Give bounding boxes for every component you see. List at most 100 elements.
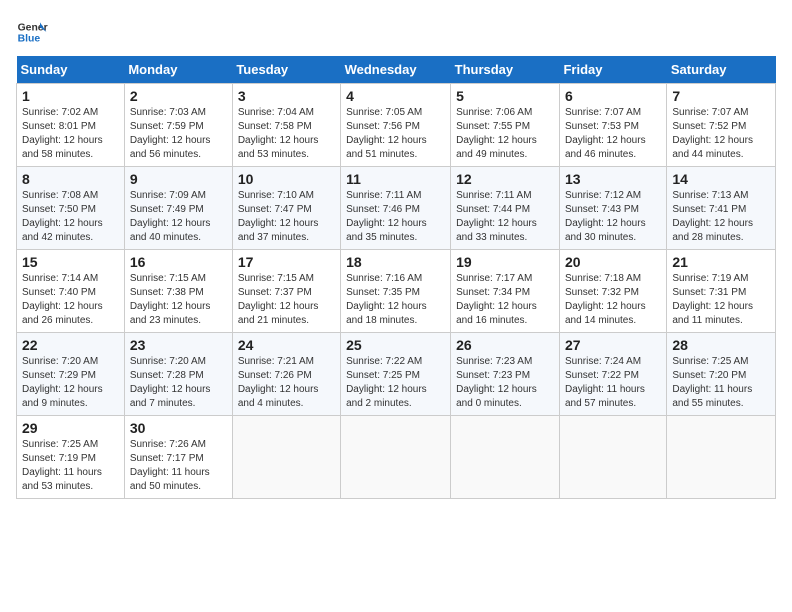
weekday-header-friday: Friday <box>559 56 666 84</box>
day-number: 28 <box>672 337 770 353</box>
day-number: 11 <box>346 171 445 187</box>
calendar-cell: 9 Sunrise: 7:09 AMSunset: 7:49 PMDayligh… <box>124 167 232 250</box>
day-info: Sunrise: 7:10 AMSunset: 7:47 PMDaylight:… <box>238 189 335 245</box>
day-number: 26 <box>456 337 554 353</box>
day-number: 21 <box>672 254 770 270</box>
day-number: 14 <box>672 171 770 187</box>
calendar-cell: 29 Sunrise: 7:25 AMSunset: 7:19 PMDaylig… <box>17 416 125 499</box>
day-number: 9 <box>130 171 227 187</box>
day-number: 16 <box>130 254 227 270</box>
day-number: 3 <box>238 88 335 104</box>
day-number: 1 <box>22 88 119 104</box>
calendar-cell: 17 Sunrise: 7:15 AMSunset: 7:37 PMDaylig… <box>232 250 340 333</box>
day-info: Sunrise: 7:20 AMSunset: 7:29 PMDaylight:… <box>22 355 119 411</box>
weekday-header-sunday: Sunday <box>17 56 125 84</box>
calendar-week-row: 15 Sunrise: 7:14 AMSunset: 7:40 PMDaylig… <box>17 250 776 333</box>
calendar-cell: 16 Sunrise: 7:15 AMSunset: 7:38 PMDaylig… <box>124 250 232 333</box>
day-number: 13 <box>565 171 661 187</box>
calendar-cell: 8 Sunrise: 7:08 AMSunset: 7:50 PMDayligh… <box>17 167 125 250</box>
day-info: Sunrise: 7:08 AMSunset: 7:50 PMDaylight:… <box>22 189 119 245</box>
day-number: 25 <box>346 337 445 353</box>
day-info: Sunrise: 7:15 AMSunset: 7:38 PMDaylight:… <box>130 272 227 328</box>
day-number: 17 <box>238 254 335 270</box>
day-info: Sunrise: 7:25 AMSunset: 7:20 PMDaylight:… <box>672 355 770 411</box>
day-info: Sunrise: 7:22 AMSunset: 7:25 PMDaylight:… <box>346 355 445 411</box>
day-info: Sunrise: 7:15 AMSunset: 7:37 PMDaylight:… <box>238 272 335 328</box>
day-info: Sunrise: 7:02 AMSunset: 8:01 PMDaylight:… <box>22 106 119 162</box>
calendar-cell: 26 Sunrise: 7:23 AMSunset: 7:23 PMDaylig… <box>451 333 560 416</box>
day-number: 24 <box>238 337 335 353</box>
day-number: 2 <box>130 88 227 104</box>
calendar-cell: 1 Sunrise: 7:02 AMSunset: 8:01 PMDayligh… <box>17 84 125 167</box>
calendar-cell <box>667 416 776 499</box>
calendar-cell: 30 Sunrise: 7:26 AMSunset: 7:17 PMDaylig… <box>124 416 232 499</box>
calendar-week-row: 29 Sunrise: 7:25 AMSunset: 7:19 PMDaylig… <box>17 416 776 499</box>
day-number: 6 <box>565 88 661 104</box>
day-info: Sunrise: 7:23 AMSunset: 7:23 PMDaylight:… <box>456 355 554 411</box>
calendar-cell: 15 Sunrise: 7:14 AMSunset: 7:40 PMDaylig… <box>17 250 125 333</box>
day-info: Sunrise: 7:19 AMSunset: 7:31 PMDaylight:… <box>672 272 770 328</box>
calendar-cell: 4 Sunrise: 7:05 AMSunset: 7:56 PMDayligh… <box>341 84 451 167</box>
day-info: Sunrise: 7:21 AMSunset: 7:26 PMDaylight:… <box>238 355 335 411</box>
day-number: 5 <box>456 88 554 104</box>
day-info: Sunrise: 7:09 AMSunset: 7:49 PMDaylight:… <box>130 189 227 245</box>
calendar-cell: 10 Sunrise: 7:10 AMSunset: 7:47 PMDaylig… <box>232 167 340 250</box>
weekday-header-row: SundayMondayTuesdayWednesdayThursdayFrid… <box>17 56 776 84</box>
day-number: 29 <box>22 420 119 436</box>
day-info: Sunrise: 7:20 AMSunset: 7:28 PMDaylight:… <box>130 355 227 411</box>
calendar-cell: 20 Sunrise: 7:18 AMSunset: 7:32 PMDaylig… <box>559 250 666 333</box>
day-info: Sunrise: 7:17 AMSunset: 7:34 PMDaylight:… <box>456 272 554 328</box>
weekday-header-thursday: Thursday <box>451 56 560 84</box>
calendar-cell: 21 Sunrise: 7:19 AMSunset: 7:31 PMDaylig… <box>667 250 776 333</box>
day-number: 15 <box>22 254 119 270</box>
day-info: Sunrise: 7:12 AMSunset: 7:43 PMDaylight:… <box>565 189 661 245</box>
calendar-week-row: 1 Sunrise: 7:02 AMSunset: 8:01 PMDayligh… <box>17 84 776 167</box>
calendar-cell: 7 Sunrise: 7:07 AMSunset: 7:52 PMDayligh… <box>667 84 776 167</box>
day-number: 22 <box>22 337 119 353</box>
day-number: 30 <box>130 420 227 436</box>
day-info: Sunrise: 7:06 AMSunset: 7:55 PMDaylight:… <box>456 106 554 162</box>
day-info: Sunrise: 7:04 AMSunset: 7:58 PMDaylight:… <box>238 106 335 162</box>
day-info: Sunrise: 7:16 AMSunset: 7:35 PMDaylight:… <box>346 272 445 328</box>
page-header: General Blue <box>16 16 776 48</box>
day-info: Sunrise: 7:14 AMSunset: 7:40 PMDaylight:… <box>22 272 119 328</box>
calendar-cell: 3 Sunrise: 7:04 AMSunset: 7:58 PMDayligh… <box>232 84 340 167</box>
calendar-cell <box>451 416 560 499</box>
day-info: Sunrise: 7:18 AMSunset: 7:32 PMDaylight:… <box>565 272 661 328</box>
calendar-cell: 25 Sunrise: 7:22 AMSunset: 7:25 PMDaylig… <box>341 333 451 416</box>
calendar-cell: 23 Sunrise: 7:20 AMSunset: 7:28 PMDaylig… <box>124 333 232 416</box>
day-info: Sunrise: 7:05 AMSunset: 7:56 PMDaylight:… <box>346 106 445 162</box>
day-info: Sunrise: 7:26 AMSunset: 7:17 PMDaylight:… <box>130 438 227 494</box>
calendar-cell <box>232 416 340 499</box>
calendar-cell: 5 Sunrise: 7:06 AMSunset: 7:55 PMDayligh… <box>451 84 560 167</box>
day-number: 19 <box>456 254 554 270</box>
logo-icon: General Blue <box>16 16 48 48</box>
day-info: Sunrise: 7:11 AMSunset: 7:44 PMDaylight:… <box>456 189 554 245</box>
calendar-cell: 6 Sunrise: 7:07 AMSunset: 7:53 PMDayligh… <box>559 84 666 167</box>
calendar-cell: 28 Sunrise: 7:25 AMSunset: 7:20 PMDaylig… <box>667 333 776 416</box>
day-number: 12 <box>456 171 554 187</box>
calendar-cell: 13 Sunrise: 7:12 AMSunset: 7:43 PMDaylig… <box>559 167 666 250</box>
calendar-cell: 27 Sunrise: 7:24 AMSunset: 7:22 PMDaylig… <box>559 333 666 416</box>
day-info: Sunrise: 7:25 AMSunset: 7:19 PMDaylight:… <box>22 438 119 494</box>
logo: General Blue <box>16 16 48 48</box>
calendar-cell: 18 Sunrise: 7:16 AMSunset: 7:35 PMDaylig… <box>341 250 451 333</box>
day-number: 8 <box>22 171 119 187</box>
day-number: 18 <box>346 254 445 270</box>
calendar-cell: 24 Sunrise: 7:21 AMSunset: 7:26 PMDaylig… <box>232 333 340 416</box>
calendar-week-row: 8 Sunrise: 7:08 AMSunset: 7:50 PMDayligh… <box>17 167 776 250</box>
calendar-cell: 14 Sunrise: 7:13 AMSunset: 7:41 PMDaylig… <box>667 167 776 250</box>
weekday-header-saturday: Saturday <box>667 56 776 84</box>
day-info: Sunrise: 7:11 AMSunset: 7:46 PMDaylight:… <box>346 189 445 245</box>
svg-text:Blue: Blue <box>18 34 41 45</box>
day-number: 10 <box>238 171 335 187</box>
day-info: Sunrise: 7:07 AMSunset: 7:53 PMDaylight:… <box>565 106 661 162</box>
calendar-week-row: 22 Sunrise: 7:20 AMSunset: 7:29 PMDaylig… <box>17 333 776 416</box>
day-number: 20 <box>565 254 661 270</box>
calendar-cell: 2 Sunrise: 7:03 AMSunset: 7:59 PMDayligh… <box>124 84 232 167</box>
day-info: Sunrise: 7:13 AMSunset: 7:41 PMDaylight:… <box>672 189 770 245</box>
calendar-cell: 19 Sunrise: 7:17 AMSunset: 7:34 PMDaylig… <box>451 250 560 333</box>
day-info: Sunrise: 7:24 AMSunset: 7:22 PMDaylight:… <box>565 355 661 411</box>
day-info: Sunrise: 7:03 AMSunset: 7:59 PMDaylight:… <box>130 106 227 162</box>
calendar-table: SundayMondayTuesdayWednesdayThursdayFrid… <box>16 56 776 499</box>
